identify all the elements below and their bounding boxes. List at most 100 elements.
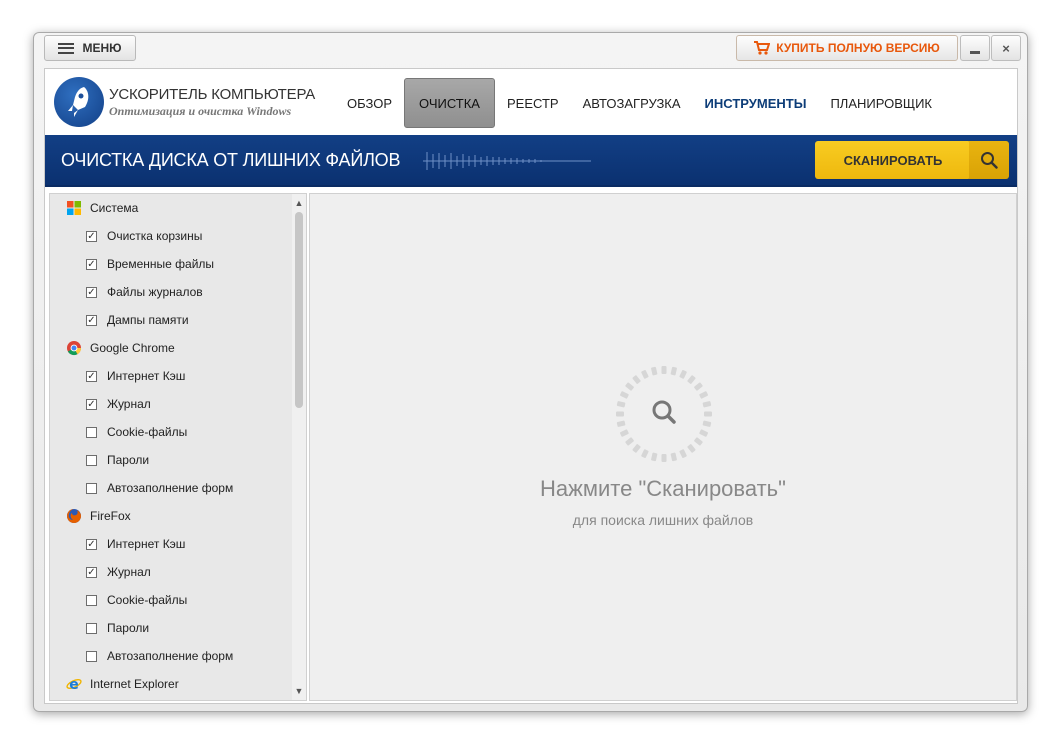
checkbox-unchecked[interactable] — [86, 482, 97, 494]
spinner-tick — [616, 420, 626, 427]
scan-button[interactable]: СКАНИРОВАТЬ — [815, 141, 971, 179]
checkbox-checked[interactable]: ✓ — [86, 258, 97, 270]
nav-tools[interactable]: ИНСТРУМЕНТЫ — [693, 78, 819, 128]
scan-results-area: Нажмите "Сканировать" для поиска лишних … — [309, 193, 1017, 701]
tree-scrollbar[interactable]: ▲ ▼ — [292, 194, 306, 700]
checkbox-checked[interactable]: ✓ — [86, 370, 97, 382]
nav-cleanup[interactable]: ОЧИСТКА — [404, 78, 495, 128]
checkbox-unchecked[interactable] — [86, 426, 97, 438]
tree-item[interactable]: Автозаполнение форм — [50, 474, 292, 502]
windows-icon — [67, 201, 81, 215]
cart-icon — [754, 41, 771, 55]
tree-item-label: Журнал — [107, 565, 151, 579]
internet-explorer-icon: e — [66, 677, 82, 692]
rocket-logo-icon — [54, 77, 104, 127]
spinner-tick — [632, 375, 641, 384]
app-header: УСКОРИТЕЛЬ КОМПЬЮТЕРА Оптимизация и очис… — [45, 69, 1017, 135]
spinner-tick — [651, 452, 658, 462]
tree-item-label: Временные файлы — [107, 257, 215, 271]
checkbox-checked[interactable]: ✓ — [86, 538, 97, 550]
hamburger-icon — [58, 42, 75, 54]
spinner-tick — [616, 411, 624, 417]
checkbox-checked[interactable]: ✓ — [86, 398, 97, 410]
tree-item[interactable]: ✓ Временные файлы — [50, 250, 292, 278]
tree-group-label: FireFox — [90, 509, 131, 523]
spinner-tick — [641, 370, 649, 379]
tree-item-label: Cookie-файлы — [107, 425, 188, 439]
tree-item[interactable]: ✓ Интернет Кэш — [50, 530, 292, 558]
checkbox-checked[interactable]: ✓ — [86, 230, 97, 242]
spinner-tick — [679, 370, 687, 379]
scroll-down-arrow-icon[interactable]: ▼ — [292, 684, 306, 698]
menu-label: МЕНЮ — [82, 41, 122, 55]
spinner-tick — [699, 391, 708, 399]
spinner-tick — [632, 444, 641, 453]
spinner-tick — [661, 454, 667, 462]
close-button[interactable]: × — [991, 35, 1021, 61]
checkbox-unchecked[interactable] — [86, 622, 97, 634]
tree-group-system[interactable]: Система — [50, 194, 292, 222]
nav-overview[interactable]: ОБЗОР — [335, 78, 404, 128]
spinner-tick — [699, 429, 708, 437]
firefox-icon — [67, 509, 81, 523]
tree-item[interactable]: Cookie-файлы — [50, 586, 292, 614]
empty-state-subtitle: для поиска лишних файлов — [572, 512, 754, 528]
tree-group-firefox[interactable]: FireFox — [50, 502, 292, 530]
checkbox-unchecked[interactable] — [86, 650, 97, 662]
spinner-tick — [704, 411, 712, 417]
tree-group-label: Система — [90, 201, 139, 215]
menu-button[interactable]: МЕНЮ — [44, 35, 136, 61]
minimize-button[interactable] — [960, 35, 990, 61]
scan-search-button[interactable] — [969, 141, 1009, 179]
tree-item[interactable]: ✓ Файлы журналов — [50, 278, 292, 306]
checkbox-checked[interactable]: ✓ — [86, 566, 97, 578]
tree-item[interactable]: ✓ Дампы памяти — [50, 306, 292, 334]
checkbox-unchecked[interactable] — [86, 454, 97, 466]
tree-item[interactable]: Автозаполнение форм — [50, 642, 292, 670]
checkbox-unchecked[interactable] — [86, 594, 97, 606]
spinner-tick — [702, 420, 712, 427]
spinner-tick — [702, 401, 712, 408]
tree-item[interactable]: ✓ Очистка корзины — [50, 222, 292, 250]
nav-scheduler[interactable]: ПЛАНИРОВЩИК — [818, 78, 944, 128]
tree-item[interactable]: Пароли — [50, 614, 292, 642]
spinner-tick — [661, 366, 667, 374]
scrollbar-thumb[interactable] — [295, 212, 303, 408]
scan-label: СКАНИРОВАТЬ — [843, 152, 943, 168]
cleanup-tree-panel: Система ✓ Очистка корзины ✓ Временные файл… — [49, 193, 307, 701]
tree-item[interactable]: Пароли — [50, 446, 292, 474]
spinner-tick — [687, 444, 696, 453]
tree-item[interactable]: ✓ Журнал — [50, 390, 292, 418]
spinner-tick — [625, 437, 634, 446]
spinner-tick — [687, 375, 696, 384]
tree-group-chrome[interactable]: Google Chrome — [50, 334, 292, 362]
nav-registry[interactable]: РЕЕСТР — [495, 78, 571, 128]
tree-item-label: Интернет Кэш — [107, 369, 186, 383]
tree-item-label: Пароли — [107, 453, 150, 467]
spinner-tick — [641, 449, 649, 458]
tree-item-label: Файлы журналов — [107, 285, 203, 299]
svg-text:e: e — [69, 677, 79, 692]
scroll-up-arrow-icon[interactable]: ▲ — [292, 196, 306, 210]
buy-full-version-button[interactable]: КУПИТЬ ПОЛНУЮ ВЕРСИЮ — [736, 35, 958, 61]
tree-group-label: Internet Explorer — [90, 677, 179, 691]
spinner-tick — [620, 429, 629, 437]
tree-item[interactable]: ✓ Журнал — [50, 558, 292, 586]
spinner-tick — [679, 449, 687, 458]
main-nav: ОБЗОР ОЧИСТКА РЕЕСТР АВТОЗАГРУЗКА ИНСТРУ… — [335, 78, 944, 128]
nav-startup[interactable]: АВТОЗАГРУЗКА — [571, 78, 693, 128]
section-title: ОЧИСТКА ДИСКА ОТ ЛИШНИХ ФАЙЛОВ — [61, 150, 401, 170]
tree-group-ie[interactable]: e Internet Explorer — [50, 670, 292, 698]
app-title: УСКОРИТЕЛЬ КОМПЬЮТЕРА — [109, 86, 316, 103]
spinner-tick — [694, 382, 703, 391]
content-panel: УСКОРИТЕЛЬ КОМПЬЮТЕРА Оптимизация и очис… — [44, 68, 1018, 704]
cleanup-tree: Система ✓ Очистка корзины ✓ Временные файл… — [50, 194, 292, 698]
spinner-tick — [670, 366, 677, 376]
tree-item-label: Cookie-файлы — [107, 593, 188, 607]
tree-item-label: Автозаполнение форм — [107, 481, 234, 495]
tree-item-label: Дампы памяти — [107, 313, 189, 327]
checkbox-checked[interactable]: ✓ — [86, 314, 97, 326]
tree-item[interactable]: ✓ Интернет Кэш — [50, 362, 292, 390]
tree-item[interactable]: Cookie-файлы — [50, 418, 292, 446]
checkbox-checked[interactable]: ✓ — [86, 286, 97, 298]
